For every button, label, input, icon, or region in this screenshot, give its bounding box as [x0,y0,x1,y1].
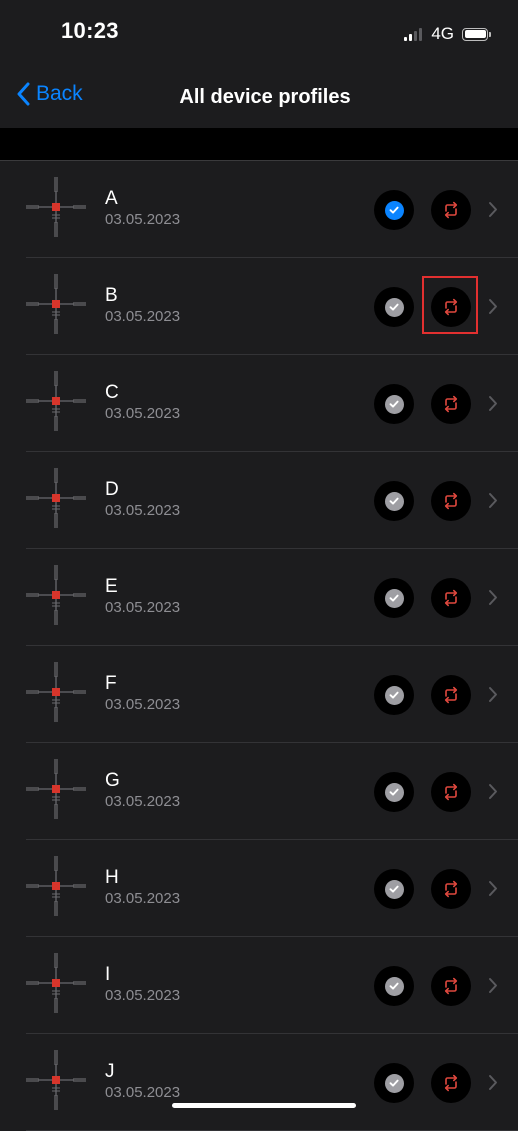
select-profile-button[interactable] [374,772,414,812]
profile-name: C [105,382,119,403]
sync-arrows-icon [444,686,458,704]
profile-date: 03.05.2023 [105,502,181,519]
profile-row[interactable]: F 03.05.2023 [0,646,518,743]
device-profile-thumbnail [26,468,86,528]
checkmark-circle-icon [384,1073,404,1093]
checkmark-circle-icon [384,200,404,220]
sync-arrows-icon [444,589,458,607]
profile-date: 03.05.2023 [105,696,181,713]
sync-profile-button[interactable] [431,384,471,424]
network-type: 4G [431,24,454,43]
profile-date: 03.05.2023 [105,890,181,907]
select-profile-button[interactable] [374,1063,414,1103]
checkmark-circle-icon [384,491,404,511]
profile-date: 03.05.2023 [105,308,181,325]
device-profile-thumbnail [26,565,86,625]
profile-name: B [105,285,118,306]
chevron-right-icon [489,202,497,217]
profile-date: 03.05.2023 [105,1084,181,1101]
sync-profile-button[interactable] [431,1063,471,1103]
status-bar: 10:23 4G [0,0,518,62]
cellular-signal-icon [404,27,424,41]
profile-row[interactable]: J 03.05.2023 [0,1034,518,1131]
sync-profile-button[interactable] [431,190,471,230]
profile-row[interactable]: D 03.05.2023 [0,452,518,549]
sync-arrows-icon [444,201,458,219]
chevron-right-icon [489,396,497,411]
status-indicators: 4G [404,24,491,44]
checkmark-circle-icon [384,394,404,414]
device-profile-thumbnail [26,371,86,431]
chevron-right-icon [489,493,497,508]
battery-icon [462,27,491,41]
device-profile-thumbnail [26,1050,86,1110]
select-profile-button[interactable] [374,578,414,618]
profile-row[interactable]: I 03.05.2023 [0,937,518,1034]
sync-arrows-icon [444,977,458,995]
chevron-right-icon [489,784,497,799]
profile-row[interactable]: A 03.05.2023 [0,161,518,258]
profile-name: H [105,867,119,888]
checkmark-circle-icon [384,685,404,705]
device-profile-thumbnail [26,856,86,916]
profile-row[interactable]: E 03.05.2023 [0,549,518,646]
device-profile-thumbnail [26,177,86,237]
profile-row[interactable]: H 03.05.2023 [0,840,518,937]
profile-name: E [105,576,118,597]
sync-arrows-icon [444,880,458,898]
select-profile-button[interactable] [374,869,414,909]
chevron-right-icon [489,590,497,605]
profile-name: J [105,1061,115,1082]
select-profile-button[interactable] [374,966,414,1006]
chevron-right-icon [489,1075,497,1090]
annotation-highlight-box [422,276,478,334]
page-title: All device profiles [179,86,351,108]
checkmark-circle-icon [384,879,404,899]
sync-arrows-icon [444,783,458,801]
checkmark-circle-icon [384,976,404,996]
checkmark-circle-icon [384,297,404,317]
home-indicator [172,1103,356,1108]
sync-arrows-icon [444,1074,458,1092]
select-profile-button[interactable] [374,675,414,715]
profile-row[interactable]: C 03.05.2023 [0,355,518,452]
sync-arrows-icon [444,395,458,413]
chevron-right-icon [489,978,497,993]
chevron-right-icon [489,881,497,896]
profile-date: 03.05.2023 [105,599,181,616]
sync-arrows-icon [444,492,458,510]
profile-row[interactable]: G 03.05.2023 [0,743,518,840]
device-profile-thumbnail [26,759,86,819]
profile-date: 03.05.2023 [105,793,181,810]
sync-profile-button[interactable] [431,772,471,812]
header-band [0,128,518,160]
profile-date: 03.05.2023 [105,405,181,422]
device-profile-thumbnail [26,274,86,334]
navigation-bar: Back All device profiles [0,62,518,128]
profile-name: F [105,673,117,694]
select-profile-button[interactable] [374,190,414,230]
sync-profile-button[interactable] [431,578,471,618]
chevron-right-icon [489,299,497,314]
checkmark-circle-icon [384,782,404,802]
profile-name: A [105,188,118,209]
select-profile-button[interactable] [374,287,414,327]
device-profile-thumbnail [26,953,86,1013]
profile-name: G [105,770,120,791]
sync-profile-button[interactable] [431,675,471,715]
profile-name: D [105,479,119,500]
select-profile-button[interactable] [374,481,414,521]
status-time: 10:23 [61,18,119,43]
profile-date: 03.05.2023 [105,987,181,1004]
profile-date: 03.05.2023 [105,211,181,228]
chevron-right-icon [489,687,497,702]
checkmark-circle-icon [384,588,404,608]
sync-profile-button[interactable] [431,869,471,909]
select-profile-button[interactable] [374,384,414,424]
profile-name: I [105,964,111,985]
device-profile-thumbnail [26,662,86,722]
sync-profile-button[interactable] [431,966,471,1006]
sync-profile-button[interactable] [431,481,471,521]
